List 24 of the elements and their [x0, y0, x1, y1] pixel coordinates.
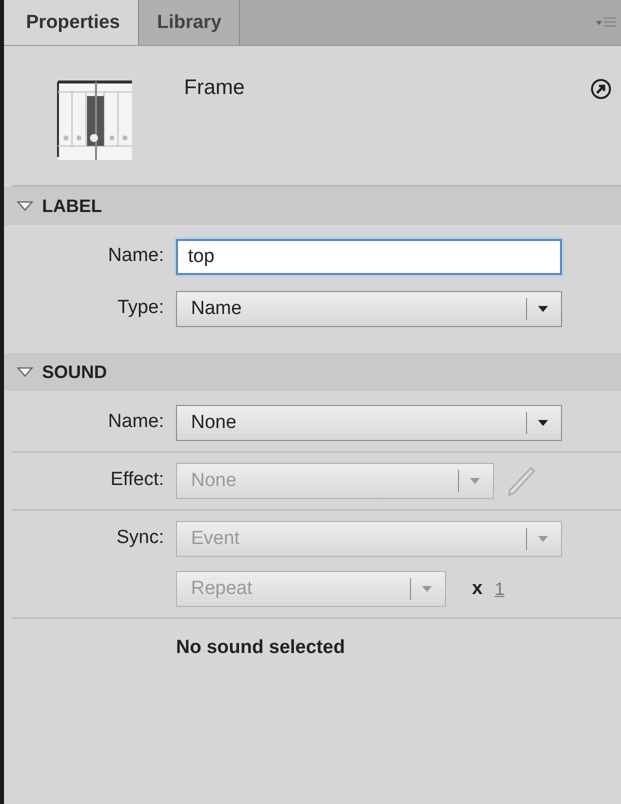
field-label: Effect:: [109, 468, 164, 491]
dropdown[interactable]: Name: [176, 291, 562, 327]
caret-icon: [537, 305, 549, 313]
section-header[interactable]: LABEL: [4, 187, 621, 225]
status-message: No sound selected: [176, 636, 345, 659]
dropdown[interactable]: None: [176, 405, 562, 441]
panel-tab[interactable]: Properties: [4, 0, 139, 45]
arrow-circle-icon[interactable]: [590, 78, 612, 100]
panel-tab[interactable]: Library: [138, 0, 240, 45]
caret-icon: [421, 585, 433, 593]
section-header[interactable]: SOUND: [4, 353, 621, 391]
field-label: Name:: [107, 244, 164, 267]
disclosure-triangle-icon: [16, 366, 34, 378]
disclosure-triangle-icon: [16, 200, 34, 212]
name-input-field[interactable]: top: [176, 239, 562, 275]
caret-icon: [537, 535, 549, 543]
panel-menu-icon[interactable]: [595, 16, 617, 30]
field-label: Type:: [116, 296, 164, 319]
field-label: Name:: [107, 410, 164, 433]
frame-title: Frame: [184, 76, 246, 100]
field-label: Sync:: [115, 526, 164, 549]
caret-icon: [469, 477, 481, 485]
times-sign: x: [472, 578, 483, 600]
caret-icon: [537, 419, 549, 427]
